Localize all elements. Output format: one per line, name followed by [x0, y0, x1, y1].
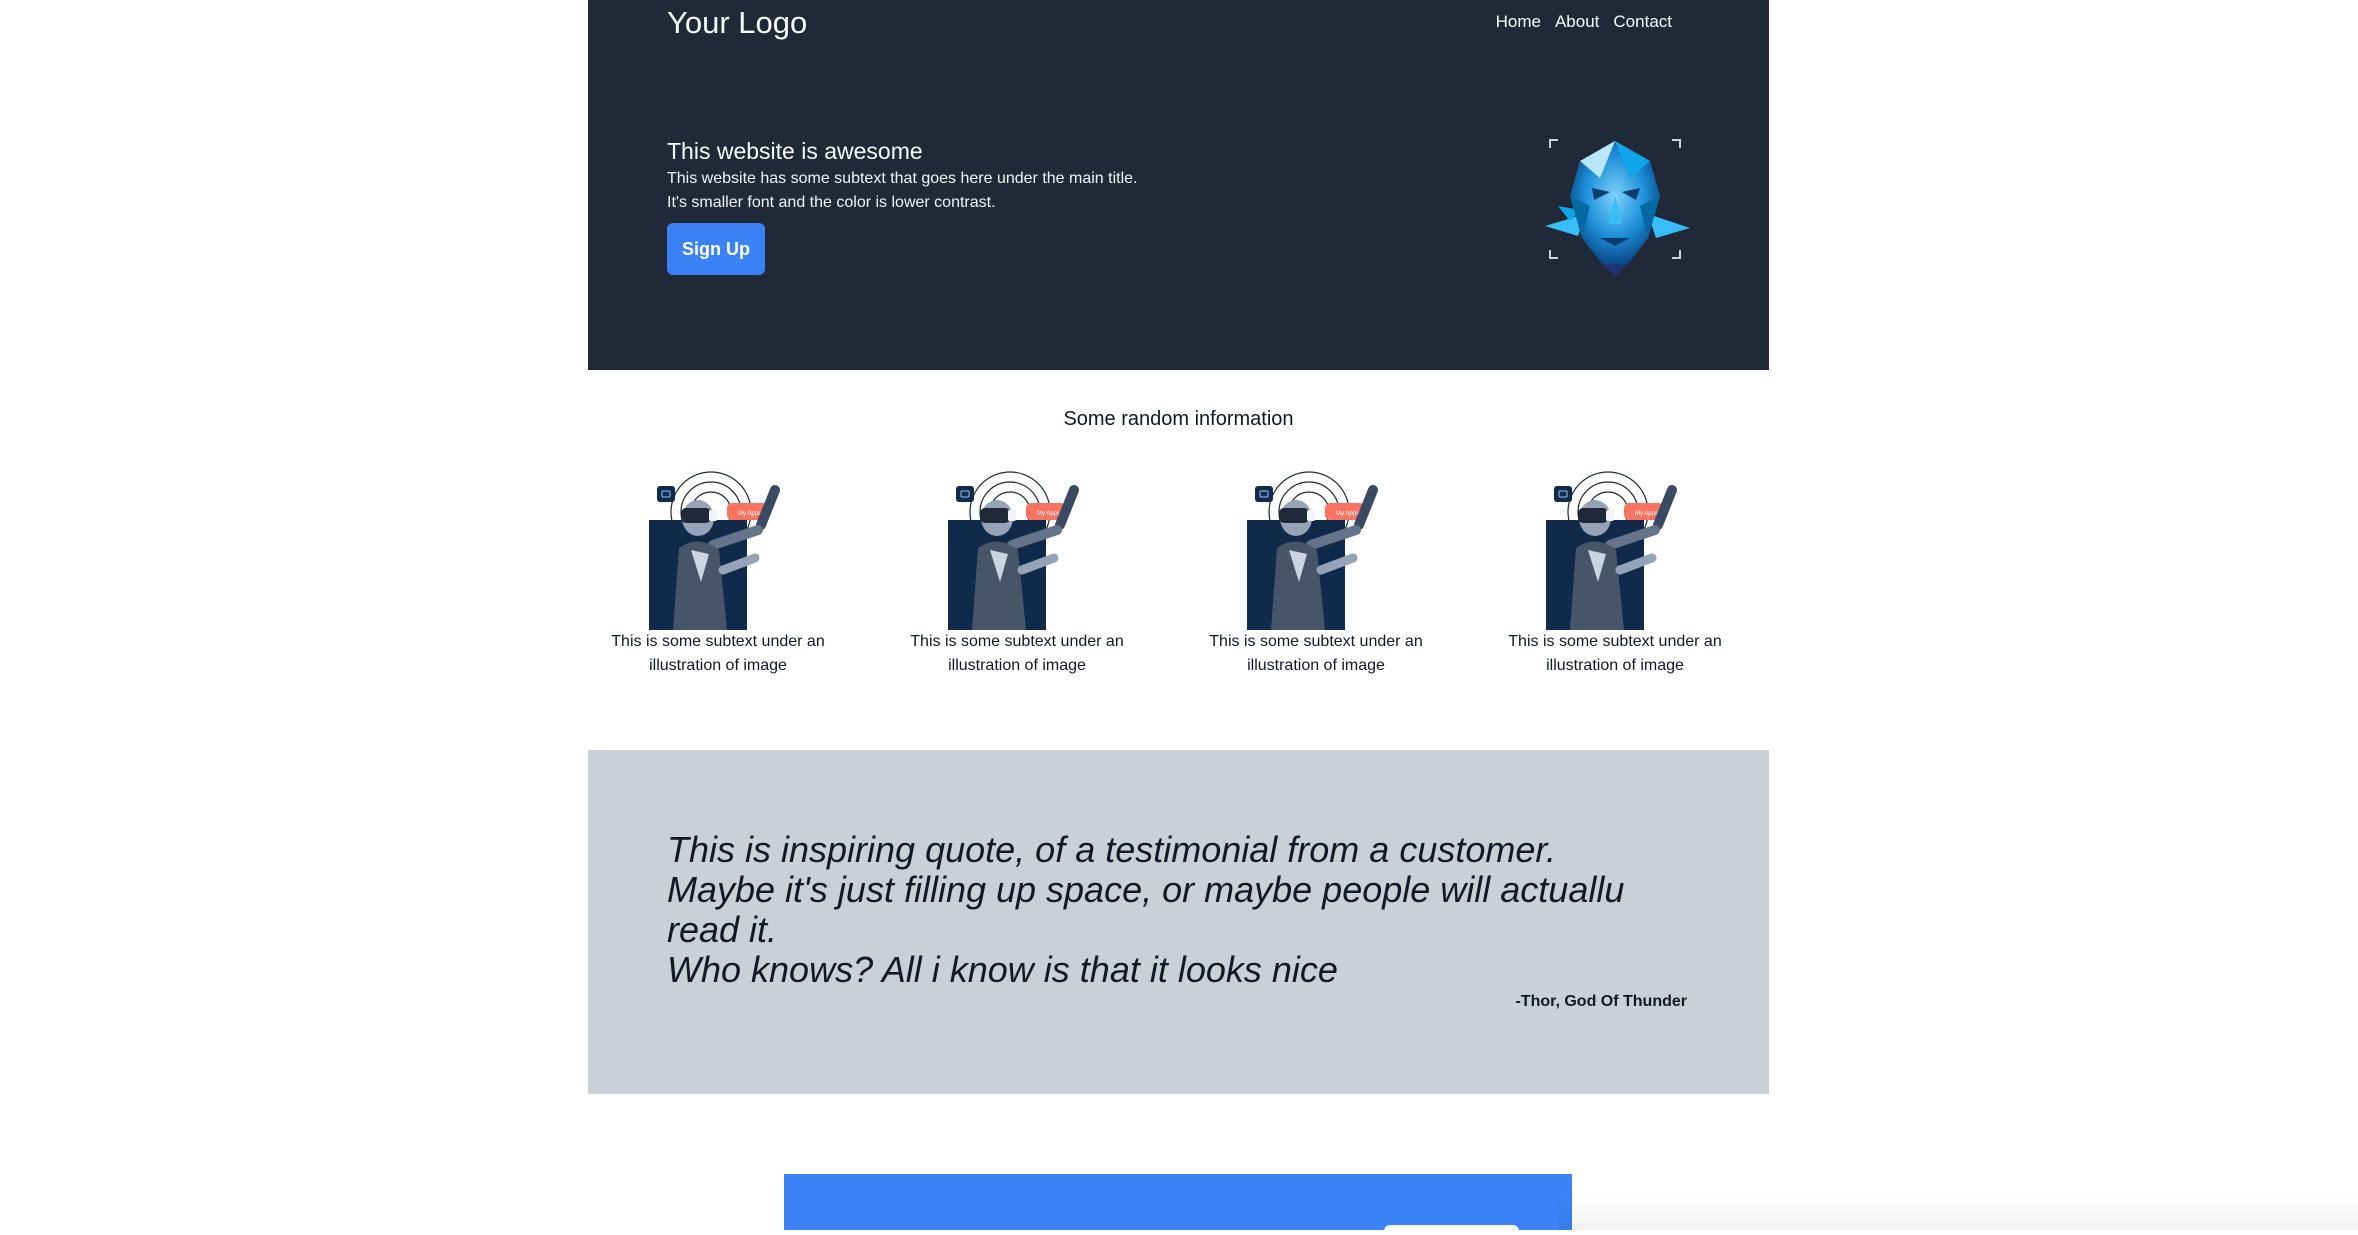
testimonial-section: This is inspiring quote, of a testimonia… — [588, 750, 1769, 1094]
caption-line-1: This is some subtext under an — [910, 633, 1124, 650]
features-section: Some random information My Apps This is … — [588, 370, 1769, 750]
vr-headset-person-illustration: My Apps — [948, 471, 1079, 630]
caption-line-2: illustration of image — [1546, 657, 1684, 674]
polygon-face-illustration — [1545, 139, 1690, 276]
caption-line-2: illustration of image — [1247, 657, 1385, 674]
main-nav: Home About Contact — [1496, 11, 1672, 33]
nav-link-home[interactable]: Home — [1496, 11, 1541, 33]
logo[interactable]: Your Logo — [667, 4, 807, 42]
quote-line-3: Who knows? All i know is that it looks n… — [667, 949, 1338, 990]
caption-line-2: illustration of image — [948, 657, 1086, 674]
quote-line-2: Maybe it's just filling up space, or may… — [667, 869, 1625, 950]
vr-headset-person-illustration: My Apps — [1247, 471, 1378, 630]
feature-card: My Apps This is some subtext under an il… — [603, 470, 833, 678]
vr-headset-person-illustration: My Apps — [1546, 471, 1677, 630]
nav-link-about[interactable]: About — [1555, 11, 1599, 33]
cta-banner — [784, 1174, 1572, 1235]
badge-label: My Apps — [1635, 511, 1658, 517]
quote-line-1: This is inspiring quote, of a testimonia… — [667, 829, 1557, 870]
caption-line-1: This is some subtext under an — [611, 633, 825, 650]
feature-card: My Apps This is some subtext under an il… — [902, 470, 1132, 678]
feature-caption: This is some subtext under an illustrati… — [603, 630, 833, 678]
badge-label: My Apps — [738, 511, 761, 517]
caption-line-1: This is some subtext under an — [1508, 633, 1722, 650]
hero-title: This website is awesome — [667, 138, 923, 164]
hero-subtext-line-1: This website has some subtext that goes … — [667, 170, 1138, 187]
features-title: Some random information — [1063, 408, 1294, 430]
feature-caption: This is some subtext under an illustrati… — [1500, 630, 1730, 678]
feature-card: My Apps This is some subtext under an il… — [1201, 470, 1431, 678]
testimonial-quote: This is inspiring quote, of a testimonia… — [667, 830, 1667, 990]
feature-caption: This is some subtext under an illustrati… — [902, 630, 1132, 678]
caption-line-2: illustration of image — [649, 657, 787, 674]
vr-headset-person-illustration: My Apps — [649, 471, 780, 630]
badge-label: My Apps — [1037, 511, 1060, 517]
feature-caption: This is some subtext under an illustrati… — [1201, 630, 1431, 678]
badge-label: My Apps — [1336, 511, 1359, 517]
bottom-shadow — [1558, 1195, 2358, 1230]
testimonial-author: -Thor, God Of Thunder — [1515, 993, 1687, 1010]
hero-section: Your Logo Home About Contact This websit… — [588, 0, 1769, 370]
page: Your Logo Home About Contact This websit… — [588, 0, 1769, 1235]
cta-button[interactable] — [1384, 1225, 1519, 1235]
hero-subtext: This website has some subtext that goes … — [667, 167, 1227, 215]
caption-line-1: This is some subtext under an — [1209, 633, 1423, 650]
nav-link-contact[interactable]: Contact — [1613, 11, 1672, 33]
hero-subtext-line-2: It's smaller font and the color is lower… — [667, 194, 996, 211]
feature-card: My Apps This is some subtext under an il… — [1500, 470, 1730, 678]
sign-up-button[interactable]: Sign Up — [667, 223, 765, 275]
